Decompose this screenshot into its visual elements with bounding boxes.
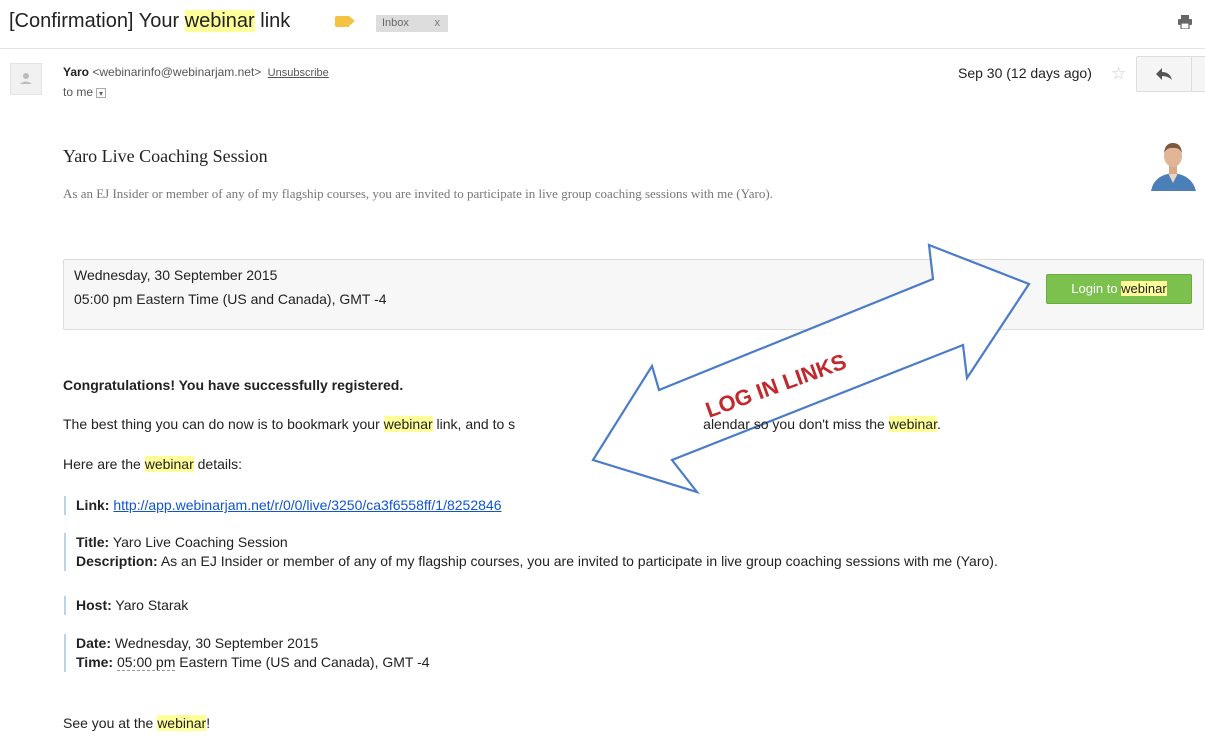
email-intro: As an EJ Insider or member of any of my … <box>63 186 773 201</box>
subject-suffix: link <box>254 10 291 32</box>
login-button-highlight: webinar <box>1121 281 1167 296</box>
details-intro-text-1: Here are the <box>63 456 145 472</box>
inbox-label: Inbox <box>382 17 409 29</box>
detail-host-block: Host: Yaro Starak <box>64 596 188 615</box>
details-intro-highlight: webinar <box>144 456 194 472</box>
subject-prefix: [Confirmation] Your <box>9 10 185 32</box>
details-intro: Here are the webinar details: <box>63 456 242 472</box>
event-date: Wednesday, 30 September 2015 <box>74 267 278 283</box>
event-time: 05:00 pm Eastern Time (US and Canada), G… <box>74 291 387 307</box>
description-value: As an EJ Insider or member of any of my … <box>160 553 998 569</box>
sender-name[interactable]: Yaro <box>63 65 89 79</box>
host-profile-photo <box>1151 143 1196 191</box>
signoff-highlight: webinar <box>157 715 207 731</box>
show-details-dropdown-icon[interactable] <box>96 88 107 98</box>
login-to-webinar-button[interactable]: Login to webinar <box>1046 274 1192 304</box>
time-value[interactable]: 05:00 pm <box>116 654 176 671</box>
link-label: Link: <box>76 497 110 513</box>
reply-button[interactable] <box>1136 56 1192 92</box>
recipient-line: to me <box>63 85 107 99</box>
bookmark-highlight-1: webinar <box>383 416 433 432</box>
details-intro-text-2: details: <box>193 456 242 472</box>
host-label: Host: <box>76 597 112 613</box>
subject-highlight: webinar <box>184 10 255 32</box>
host-value: Yaro Starak <box>115 597 189 613</box>
signoff-text-1: See you at the <box>63 715 158 731</box>
date-label: Date: <box>76 635 112 651</box>
time-suffix: Eastern Time (US and Canada), GMT -4 <box>175 654 430 670</box>
email-date: Sep 30 (12 days ago) <box>958 65 1092 81</box>
email-title: Yaro Live Coaching Session <box>63 146 268 166</box>
signoff-text-2: ! <box>206 715 211 731</box>
annotation-label: LOG IN LINKS <box>702 349 850 423</box>
reply-icon <box>1156 68 1172 80</box>
print-icon[interactable] <box>1178 15 1192 29</box>
bookmark-text-1: The best thing you can do now is to book… <box>63 416 384 432</box>
person-icon <box>20 73 32 84</box>
title-value: Yaro Live Coaching Session <box>112 534 288 550</box>
bookmark-paragraph: The best thing you can do now is to book… <box>63 416 941 432</box>
important-label-icon[interactable] <box>335 16 355 27</box>
title-label: Title: <box>76 534 110 550</box>
email-subject: [Confirmation] Your webinar link <box>9 10 290 33</box>
detail-date-block: Date: Wednesday, 30 September 2015 Time:… <box>64 634 430 672</box>
date-value: Wednesday, 30 September 2015 <box>114 635 319 651</box>
bookmark-text-2: link, and to s <box>432 416 516 432</box>
unsubscribe-link[interactable]: Unsubscribe <box>268 67 329 79</box>
log-in-links-annotation: LOG IN LINKS <box>591 243 1031 495</box>
signoff: See you at the webinar! <box>63 715 210 731</box>
sender-avatar[interactable] <box>10 63 42 95</box>
star-icon[interactable]: ☆ <box>1111 64 1126 84</box>
congratulations-heading: Congratulations! You have successfully r… <box>63 377 404 393</box>
bookmark-highlight-2: webinar <box>888 416 937 432</box>
remove-label-icon[interactable]: x <box>435 15 441 32</box>
subject-bar: [Confirmation] Your webinar link Inbox x <box>0 0 1205 49</box>
bookmark-text-3: alendar so you don't miss the <box>703 416 889 432</box>
inbox-label-chip[interactable]: Inbox x <box>376 15 448 32</box>
sender-line: Yaro <webinarinfo@webinarjam.net> Unsubs… <box>63 65 329 79</box>
bookmark-text-4: . <box>936 416 941 432</box>
recipient-text: to me <box>63 85 94 99</box>
event-box: Wednesday, 30 September 2015 05:00 pm Ea… <box>63 259 1204 330</box>
detail-title-block: Title: Yaro Live Coaching Session Descri… <box>64 533 998 571</box>
time-label: Time: <box>76 654 114 670</box>
login-button-label: Login to <box>1071 281 1122 296</box>
webinar-link[interactable]: http://app.webinarjam.net/r/0/0/live/325… <box>113 497 501 513</box>
more-options-button[interactable] <box>1192 56 1205 92</box>
sender-email: <webinarinfo@webinarjam.net> <box>92 65 262 79</box>
description-label: Description: <box>76 553 158 569</box>
detail-link-block: Link: http://app.webinarjam.net/r/0/0/li… <box>64 496 501 515</box>
